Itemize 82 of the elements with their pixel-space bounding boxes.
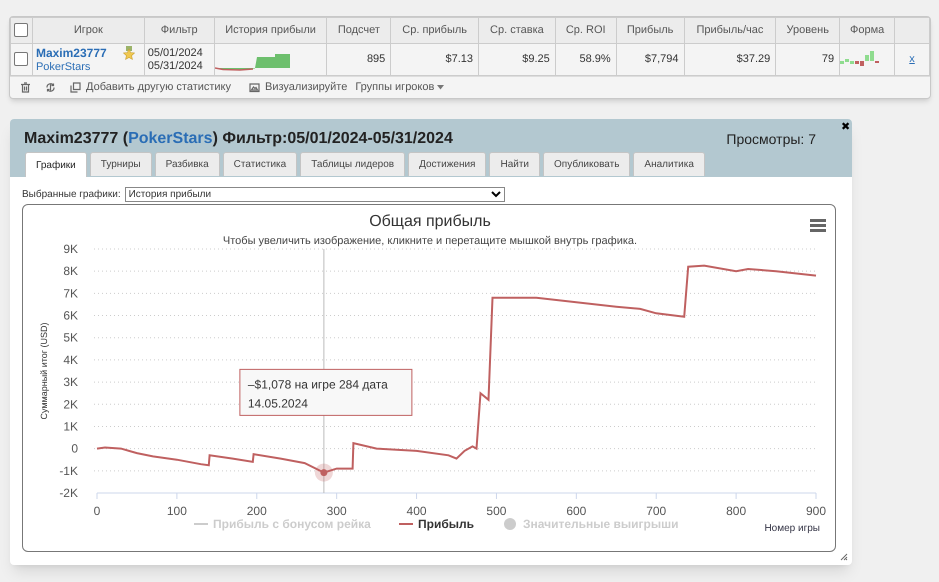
- table-cell: $9.25: [522, 53, 550, 66]
- player-link[interactable]: Maxim23777: [36, 46, 141, 60]
- y-tick-label: 7K: [63, 286, 78, 300]
- modal-title: Maxim23777 (PokerStars) Фильтр:05/01/2024-05/31/2024: [24, 129, 453, 149]
- player-groups-dropdown[interactable]: Группы игроков: [355, 79, 444, 96]
- select-label: Выбранные графики:: [22, 188, 121, 202]
- table-cell: 58.9%: [579, 53, 611, 66]
- chart-select[interactable]: История прибыли: [124, 187, 505, 202]
- column-header: Прибыль/час: [696, 24, 764, 36]
- tab[interactable]: Аналитика: [633, 152, 705, 176]
- site-link[interactable]: PokerStars: [36, 60, 141, 74]
- y-tick-label: -1K: [59, 464, 78, 478]
- tab[interactable]: Разбивка: [154, 152, 220, 176]
- y-tick-label: -2K: [59, 486, 78, 500]
- chart-subtitle: Чтобы увеличить изображение, кликните и перетащите мышкой внутрь графика.: [222, 235, 638, 247]
- column-header: История прибыли: [225, 24, 316, 36]
- column-header: Фильтр: [160, 24, 198, 36]
- x-tick-label: 800: [726, 504, 746, 518]
- column-header: Ср. ставка: [490, 24, 544, 36]
- visualize-link[interactable]: Визуализируйте: [265, 79, 348, 96]
- column-header: Подсчет: [338, 24, 380, 36]
- y-tick-label: 2K: [63, 397, 78, 412]
- tab[interactable]: Таблицы лидеров: [300, 152, 406, 176]
- caret-icon: [437, 85, 444, 90]
- column-header: Игрок: [74, 24, 103, 36]
- x-tick-label: 400: [406, 504, 427, 518]
- refresh-icon[interactable]: [45, 82, 56, 93]
- y-tick-label: 9K: [63, 242, 78, 256]
- table-cell: $37.29: [736, 53, 770, 66]
- tab[interactable]: Опубликовать: [543, 152, 630, 176]
- filter-date: 05/01/2024: [148, 46, 204, 60]
- menu-icon[interactable]: [810, 219, 826, 232]
- image-icon[interactable]: [249, 82, 260, 93]
- chart-title: Общая прибыль: [369, 213, 491, 230]
- form-bars: [840, 50, 880, 68]
- x-axis-title: Номер игры: [764, 523, 820, 534]
- trash-icon[interactable]: [20, 82, 31, 93]
- hover-point: [314, 464, 333, 482]
- column-header: Уровень: [786, 24, 829, 36]
- table-cell: 895: [366, 53, 386, 66]
- x-tick-label: 500: [486, 504, 506, 518]
- legend-item[interactable]: Прибыль: [399, 517, 474, 531]
- y-axis-title: Суммарный итог (USD): [39, 322, 49, 420]
- table-cell: $7,794: [644, 53, 679, 66]
- tab[interactable]: Достижения: [408, 152, 486, 176]
- tooltip: –$1,078 на игре 284 дата 14.05.2024: [239, 368, 412, 416]
- copy-icon[interactable]: [70, 82, 81, 93]
- y-tick-label: 3K: [63, 375, 78, 390]
- x-tick-label: 300: [326, 504, 347, 518]
- y-tick-label: 5K: [63, 330, 78, 345]
- checkbox[interactable]: [14, 23, 28, 38]
- y-tick-label: 1K: [63, 419, 78, 434]
- add-stat-link[interactable]: Добавить другую статистику: [86, 79, 231, 96]
- remove-link[interactable]: x: [909, 53, 915, 66]
- y-tick-label: 0: [71, 442, 78, 456]
- views-count: Просмотры: 7: [726, 130, 816, 149]
- column-header: Прибыль: [626, 24, 674, 36]
- legend-label: Прибыль: [418, 517, 474, 531]
- y-tick-label: 4K: [63, 352, 78, 367]
- filter-date: 05/31/2024: [148, 60, 204, 72]
- table-cell: 79: [822, 53, 834, 66]
- resize-handle-icon[interactable]: [840, 553, 848, 561]
- x-tick-label: 100: [166, 504, 187, 518]
- x-tick-label: 700: [646, 504, 666, 518]
- table-cell: $7.13: [446, 53, 474, 66]
- column-header: Ср. прибыль: [402, 24, 468, 36]
- tab[interactable]: Графики: [25, 152, 87, 177]
- column-header: Ср. ROI: [566, 24, 606, 36]
- y-tick-label: 8K: [63, 264, 78, 278]
- column-header: Форма: [850, 24, 884, 36]
- medal-icon: [122, 46, 135, 60]
- tab[interactable]: Статистика: [222, 152, 298, 176]
- x-tick-label: 0: [94, 504, 100, 518]
- x-tick-label: 900: [806, 504, 826, 518]
- close-button[interactable]: ✖: [841, 119, 850, 136]
- chevron-down-icon: [490, 191, 501, 198]
- tab[interactable]: Турниры: [90, 152, 152, 176]
- checkbox[interactable]: [14, 52, 28, 66]
- tab[interactable]: Найти: [489, 152, 540, 176]
- x-tick-label: 600: [566, 504, 586, 518]
- x-tick-label: 200: [246, 504, 267, 518]
- y-tick-label: 6K: [63, 308, 78, 323]
